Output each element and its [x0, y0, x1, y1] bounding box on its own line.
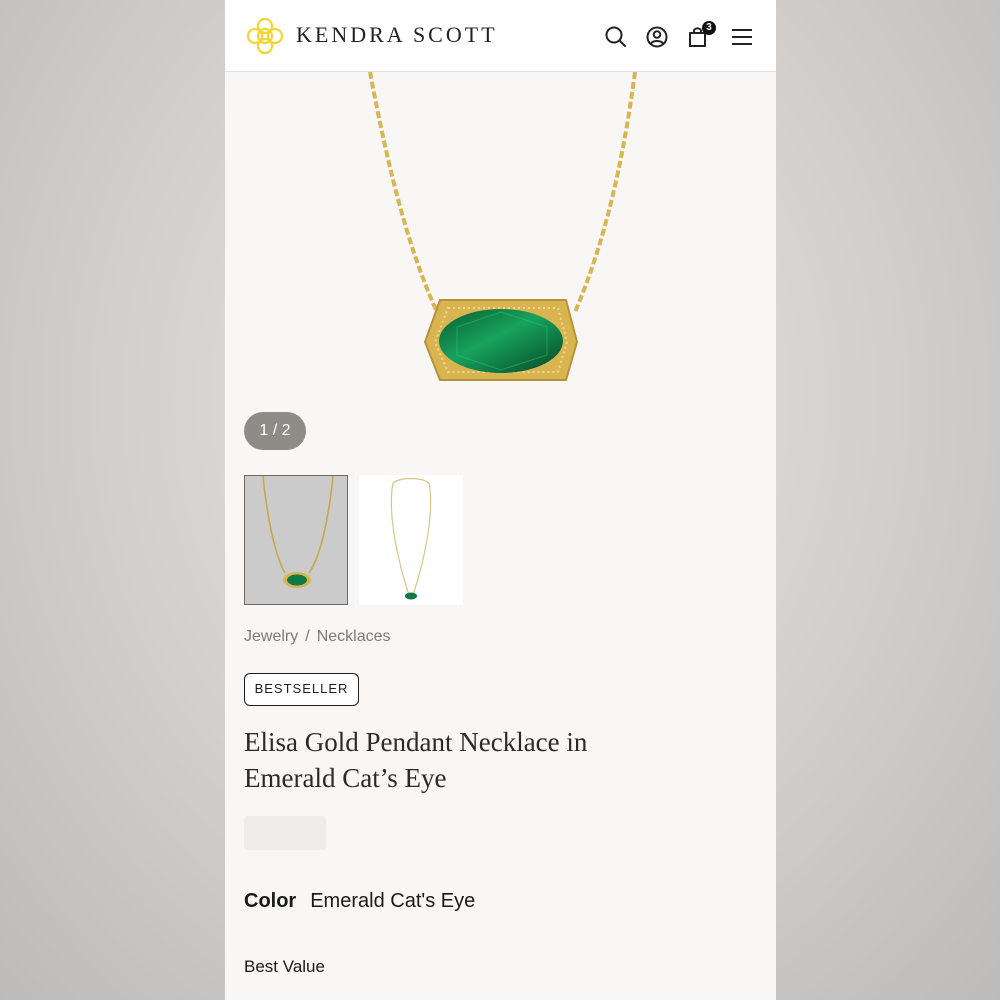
thumbnail-necklace-image — [262, 475, 334, 588]
search-icon[interactable] — [603, 24, 629, 50]
site-header: KENDRA SCOTT 3 — [225, 0, 776, 72]
thumbnail-1[interactable] — [244, 475, 348, 605]
product-page: KENDRA SCOTT 3 1 / 2 Jewelry / Necklaces… — [225, 0, 776, 1000]
logo-icon[interactable] — [244, 15, 286, 57]
product-title-line-2: Emerald Cat’s Eye — [244, 763, 447, 793]
menu-icon[interactable] — [729, 24, 755, 50]
breadcrumb: Jewelry / Necklaces — [244, 628, 391, 646]
product-main-image[interactable] — [225, 72, 776, 402]
best-value-label: Best Value — [244, 957, 325, 976]
price-placeholder — [244, 816, 326, 850]
cart-count-badge: 3 — [702, 21, 716, 35]
thumbnail-2[interactable] — [359, 475, 463, 605]
color-row: Color Emerald Cat's Eye — [244, 890, 475, 913]
thumbnail-necklace-image — [390, 477, 432, 600]
breadcrumb-separator: / — [305, 628, 310, 645]
product-title: Elisa Gold Pendant Necklace in Emerald C… — [244, 724, 664, 796]
breadcrumb-jewelry[interactable]: Jewelry — [244, 628, 298, 645]
breadcrumb-necklaces[interactable]: Necklaces — [317, 628, 391, 645]
gallery-counter: 1 / 2 — [244, 412, 306, 450]
product-title-line-1: Elisa Gold Pendant Necklace in — [244, 727, 588, 757]
color-label: Color — [244, 890, 297, 912]
brand-name[interactable]: KENDRA SCOTT — [296, 22, 498, 48]
cart-button[interactable]: 3 — [686, 21, 716, 50]
account-icon[interactable] — [644, 24, 670, 50]
color-value: Emerald Cat's Eye — [310, 890, 476, 912]
bestseller-badge: BESTSELLER — [244, 673, 359, 706]
